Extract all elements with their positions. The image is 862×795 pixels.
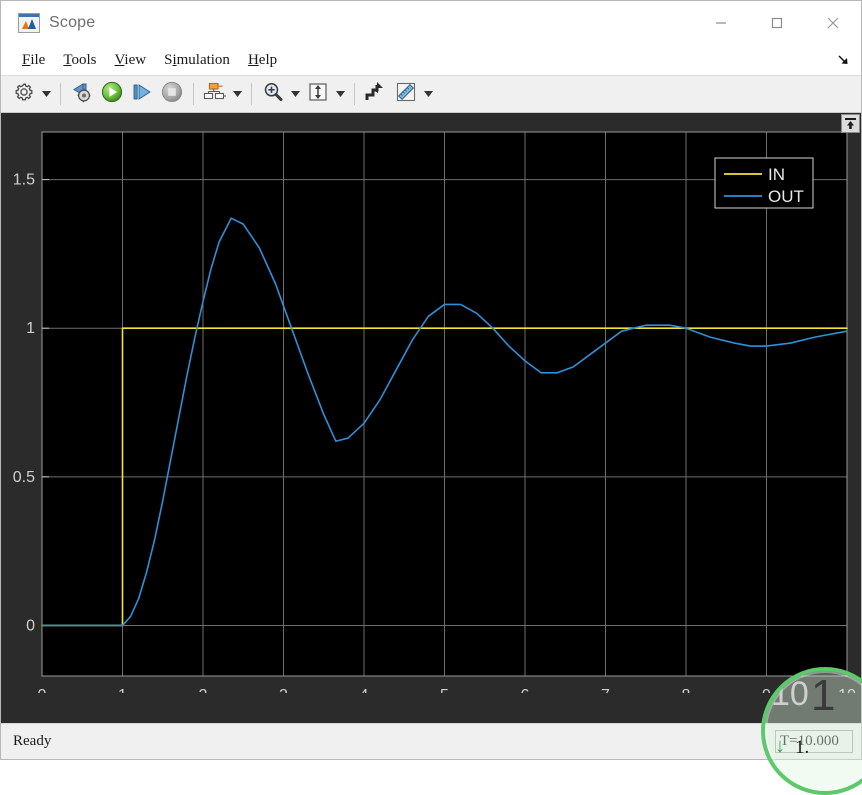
svg-text:IN: IN [768, 165, 785, 184]
maximize-button[interactable] [749, 1, 805, 45]
model-hierarchy-button[interactable] [200, 79, 230, 109]
menu-bar: File Tools View Simulation Help [1, 45, 861, 75]
step-forward-icon [130, 81, 154, 108]
run-back-button[interactable] [67, 79, 97, 109]
svg-text:0.5: 0.5 [13, 469, 35, 486]
svg-text:5: 5 [440, 687, 449, 693]
fit-to-view-icon [306, 80, 330, 109]
scope-plot-area[interactable]: 0 0.5 1 1.5 0 1 2 3 4 5 6 7 8 9 10 IN OUT [1, 113, 861, 723]
svg-text:0: 0 [38, 687, 47, 693]
simulink-scope-icon [18, 13, 40, 33]
block-diagram-icon [202, 81, 228, 108]
svg-text:0: 0 [26, 617, 35, 634]
style-button[interactable] [361, 79, 391, 109]
window-title: Scope [49, 14, 96, 31]
zoom-in-icon [261, 80, 285, 109]
title-bar: Scope [1, 1, 861, 45]
svg-text:8: 8 [682, 687, 691, 693]
svg-text:1: 1 [118, 687, 127, 693]
status-message: Ready [13, 733, 52, 749]
run-button[interactable] [97, 79, 127, 109]
stop-icon [160, 80, 184, 109]
svg-text:10: 10 [838, 687, 856, 693]
pin-arrow-up-icon [845, 118, 856, 129]
menu-item-file[interactable]: File [13, 50, 54, 71]
zoom-in-dropdown[interactable] [288, 79, 303, 109]
autoscale-dropdown[interactable] [333, 79, 348, 109]
toolbar-separator [354, 83, 355, 105]
svg-text:3: 3 [279, 687, 288, 693]
measurements-button[interactable] [391, 79, 421, 109]
toolbar-separator [60, 83, 61, 105]
close-button[interactable] [805, 1, 861, 45]
minimize-button[interactable] [693, 1, 749, 45]
window-controls [693, 1, 861, 45]
simulation-time-indicator: T=10.000 [775, 730, 853, 753]
toolbar-separator [251, 83, 252, 105]
svg-text:2: 2 [199, 687, 208, 693]
status-bar: Ready T=10.000 [1, 723, 861, 759]
svg-text:OUT: OUT [768, 187, 804, 206]
toolbar-separator [193, 83, 194, 105]
scope-window: Scope File Tools View Simulation Help 0 … [0, 0, 862, 795]
stop-button[interactable] [157, 79, 187, 109]
svg-text:4: 4 [360, 687, 369, 693]
run-back-icon [70, 81, 94, 108]
zoom-in-button[interactable] [258, 79, 288, 109]
menu-item-view[interactable]: View [105, 50, 155, 71]
play-icon [100, 80, 124, 109]
svg-text:7: 7 [601, 687, 610, 693]
measurements-dropdown[interactable] [421, 79, 436, 109]
pin-button[interactable] [841, 114, 860, 133]
svg-text:1: 1 [26, 320, 35, 337]
ruler-icon [394, 80, 418, 109]
menu-item-simulation[interactable]: Simulation [155, 50, 239, 71]
menu-item-help[interactable]: Help [239, 50, 286, 71]
menu-item-tools[interactable]: Tools [54, 50, 105, 71]
menu-overflow-arrow-icon[interactable] [837, 53, 851, 67]
svg-text:1.5: 1.5 [13, 172, 35, 189]
scope-chart[interactable]: 0 0.5 1 1.5 0 1 2 3 4 5 6 7 8 9 10 IN OUT [1, 113, 861, 693]
svg-text:6: 6 [521, 687, 530, 693]
gear-icon [13, 81, 35, 108]
svg-text:9: 9 [762, 687, 771, 693]
toolbar [1, 75, 861, 113]
model-hierarchy-dropdown[interactable] [230, 79, 245, 109]
configuration-properties-button[interactable] [9, 79, 39, 109]
stairs-step-icon [364, 80, 388, 109]
configuration-properties-dropdown[interactable] [39, 79, 54, 109]
step-forward-button[interactable] [127, 79, 157, 109]
autoscale-button[interactable] [303, 79, 333, 109]
